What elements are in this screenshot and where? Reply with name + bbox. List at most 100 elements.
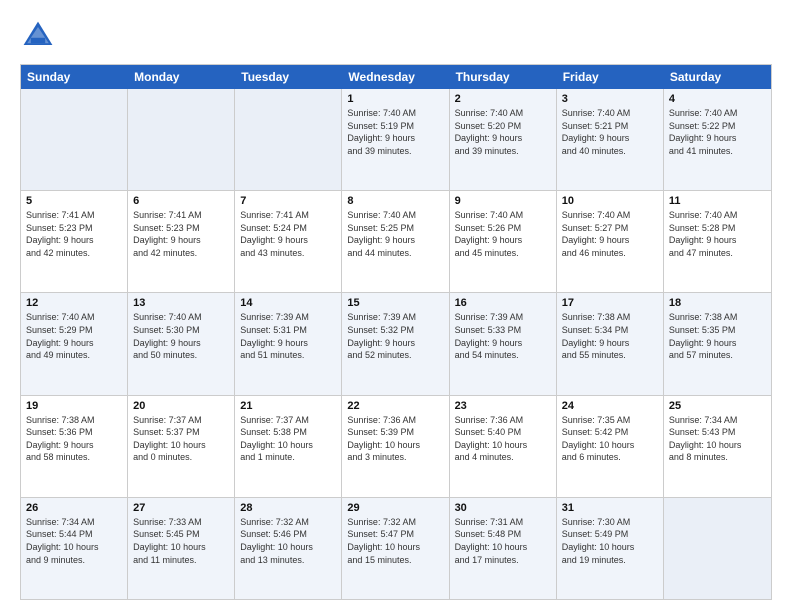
day-number: 31 (562, 502, 658, 514)
day-cell-21: 21 Sunrise: 7:37 AM Sunset: 5:38 PM Dayli… (235, 396, 342, 497)
header-day-sunday: Sunday (21, 65, 128, 89)
day-info: Sunrise: 7:39 AM Sunset: 5:33 PM Dayligh… (455, 311, 551, 361)
day-number: 25 (669, 400, 766, 412)
calendar-row-2: 12 Sunrise: 7:40 AM Sunset: 5:29 PM Dayli… (21, 292, 771, 394)
day-info: Sunrise: 7:40 AM Sunset: 5:21 PM Dayligh… (562, 107, 658, 157)
header-day-tuesday: Tuesday (235, 65, 342, 89)
day-info: Sunrise: 7:37 AM Sunset: 5:37 PM Dayligh… (133, 414, 229, 464)
day-number: 18 (669, 297, 766, 309)
page: SundayMondayTuesdayWednesdayThursdayFrid… (0, 0, 792, 612)
day-number: 19 (26, 400, 122, 412)
header-day-monday: Monday (128, 65, 235, 89)
day-cell-15: 15 Sunrise: 7:39 AM Sunset: 5:32 PM Dayli… (342, 293, 449, 394)
day-info: Sunrise: 7:35 AM Sunset: 5:42 PM Dayligh… (562, 414, 658, 464)
day-number: 7 (240, 195, 336, 207)
calendar-row-0: 1 Sunrise: 7:40 AM Sunset: 5:19 PM Daylig… (21, 89, 771, 190)
day-cell-17: 17Sunrise: 7:38 AM Sunset: 5:34 PM Dayli… (557, 293, 664, 394)
empty-cell (128, 89, 235, 190)
day-info: Sunrise: 7:40 AM Sunset: 5:26 PM Dayligh… (455, 209, 551, 259)
day-cell-8: 8Sunrise: 7:40 AM Sunset: 5:25 PM Daylig… (342, 191, 449, 292)
day-cell-3: 3 Sunrise: 7:40 AM Sunset: 5:21 PM Daylig… (557, 89, 664, 190)
day-number: 10 (562, 195, 658, 207)
header-day-saturday: Saturday (664, 65, 771, 89)
day-cell-19: 19 Sunrise: 7:38 AM Sunset: 5:36 PM Dayli… (21, 396, 128, 497)
day-cell-18: 18 Sunrise: 7:38 AM Sunset: 5:35 PM Dayli… (664, 293, 771, 394)
empty-cell (21, 89, 128, 190)
day-cell-22: 22 Sunrise: 7:36 AM Sunset: 5:39 PM Dayli… (342, 396, 449, 497)
day-info: Sunrise: 7:40 AM Sunset: 5:30 PM Dayligh… (133, 311, 229, 361)
day-number: 1 (347, 93, 443, 105)
day-cell-31: 31 Sunrise: 7:30 AM Sunset: 5:49 PM Dayli… (557, 498, 664, 599)
day-number: 15 (347, 297, 443, 309)
day-number: 6 (133, 195, 229, 207)
calendar-row-1: 5Sunrise: 7:41 AM Sunset: 5:23 PM Daylig… (21, 190, 771, 292)
logo-icon (20, 18, 56, 54)
day-cell-28: 28Sunrise: 7:32 AM Sunset: 5:46 PM Dayli… (235, 498, 342, 599)
day-cell-9: 9 Sunrise: 7:40 AM Sunset: 5:26 PM Daylig… (450, 191, 557, 292)
day-cell-2: 2 Sunrise: 7:40 AM Sunset: 5:20 PM Daylig… (450, 89, 557, 190)
day-number: 4 (669, 93, 766, 105)
day-number: 22 (347, 400, 443, 412)
calendar-header: SundayMondayTuesdayWednesdayThursdayFrid… (21, 65, 771, 89)
day-cell-5: 5Sunrise: 7:41 AM Sunset: 5:23 PM Daylig… (21, 191, 128, 292)
header (20, 18, 772, 54)
day-number: 17 (562, 297, 658, 309)
day-cell-1: 1 Sunrise: 7:40 AM Sunset: 5:19 PM Daylig… (342, 89, 449, 190)
day-cell-23: 23Sunrise: 7:36 AM Sunset: 5:40 PM Dayli… (450, 396, 557, 497)
day-number: 20 (133, 400, 229, 412)
day-info: Sunrise: 7:34 AM Sunset: 5:44 PM Dayligh… (26, 516, 122, 566)
day-cell-30: 30 Sunrise: 7:31 AM Sunset: 5:48 PM Dayli… (450, 498, 557, 599)
day-number: 24 (562, 400, 658, 412)
day-number: 12 (26, 297, 122, 309)
day-info: Sunrise: 7:40 AM Sunset: 5:29 PM Dayligh… (26, 311, 122, 361)
header-day-thursday: Thursday (450, 65, 557, 89)
day-info: Sunrise: 7:36 AM Sunset: 5:39 PM Dayligh… (347, 414, 443, 464)
day-number: 9 (455, 195, 551, 207)
day-cell-16: 16 Sunrise: 7:39 AM Sunset: 5:33 PM Dayli… (450, 293, 557, 394)
day-info: Sunrise: 7:38 AM Sunset: 5:35 PM Dayligh… (669, 311, 766, 361)
day-info: Sunrise: 7:32 AM Sunset: 5:46 PM Dayligh… (240, 516, 336, 566)
day-cell-6: 6Sunrise: 7:41 AM Sunset: 5:23 PM Daylig… (128, 191, 235, 292)
day-cell-29: 29 Sunrise: 7:32 AM Sunset: 5:47 PM Dayli… (342, 498, 449, 599)
day-cell-13: 13Sunrise: 7:40 AM Sunset: 5:30 PM Dayli… (128, 293, 235, 394)
day-cell-24: 24 Sunrise: 7:35 AM Sunset: 5:42 PM Dayli… (557, 396, 664, 497)
day-info: Sunrise: 7:38 AM Sunset: 5:36 PM Dayligh… (26, 414, 122, 464)
day-info: Sunrise: 7:31 AM Sunset: 5:48 PM Dayligh… (455, 516, 551, 566)
header-day-wednesday: Wednesday (342, 65, 449, 89)
day-info: Sunrise: 7:30 AM Sunset: 5:49 PM Dayligh… (562, 516, 658, 566)
day-info: Sunrise: 7:33 AM Sunset: 5:45 PM Dayligh… (133, 516, 229, 566)
day-number: 21 (240, 400, 336, 412)
day-cell-11: 11Sunrise: 7:40 AM Sunset: 5:28 PM Dayli… (664, 191, 771, 292)
calendar: SundayMondayTuesdayWednesdayThursdayFrid… (20, 64, 772, 600)
day-info: Sunrise: 7:39 AM Sunset: 5:32 PM Dayligh… (347, 311, 443, 361)
day-info: Sunrise: 7:40 AM Sunset: 5:25 PM Dayligh… (347, 209, 443, 259)
day-info: Sunrise: 7:41 AM Sunset: 5:24 PM Dayligh… (240, 209, 336, 259)
day-info: Sunrise: 7:32 AM Sunset: 5:47 PM Dayligh… (347, 516, 443, 566)
calendar-body: 1 Sunrise: 7:40 AM Sunset: 5:19 PM Daylig… (21, 89, 771, 599)
day-info: Sunrise: 7:40 AM Sunset: 5:20 PM Dayligh… (455, 107, 551, 157)
day-cell-25: 25Sunrise: 7:34 AM Sunset: 5:43 PM Dayli… (664, 396, 771, 497)
day-cell-27: 27 Sunrise: 7:33 AM Sunset: 5:45 PM Dayli… (128, 498, 235, 599)
day-number: 29 (347, 502, 443, 514)
day-info: Sunrise: 7:39 AM Sunset: 5:31 PM Dayligh… (240, 311, 336, 361)
day-info: Sunrise: 7:37 AM Sunset: 5:38 PM Dayligh… (240, 414, 336, 464)
empty-cell (235, 89, 342, 190)
day-number: 2 (455, 93, 551, 105)
day-cell-20: 20 Sunrise: 7:37 AM Sunset: 5:37 PM Dayli… (128, 396, 235, 497)
day-cell-10: 10 Sunrise: 7:40 AM Sunset: 5:27 PM Dayli… (557, 191, 664, 292)
calendar-row-4: 26Sunrise: 7:34 AM Sunset: 5:44 PM Dayli… (21, 497, 771, 599)
day-info: Sunrise: 7:40 AM Sunset: 5:27 PM Dayligh… (562, 209, 658, 259)
day-cell-26: 26Sunrise: 7:34 AM Sunset: 5:44 PM Dayli… (21, 498, 128, 599)
day-cell-12: 12 Sunrise: 7:40 AM Sunset: 5:29 PM Dayli… (21, 293, 128, 394)
day-number: 27 (133, 502, 229, 514)
day-info: Sunrise: 7:40 AM Sunset: 5:19 PM Dayligh… (347, 107, 443, 157)
header-day-friday: Friday (557, 65, 664, 89)
day-number: 5 (26, 195, 122, 207)
logo (20, 18, 60, 54)
day-number: 16 (455, 297, 551, 309)
day-number: 3 (562, 93, 658, 105)
calendar-row-3: 19 Sunrise: 7:38 AM Sunset: 5:36 PM Dayli… (21, 395, 771, 497)
day-cell-7: 7 Sunrise: 7:41 AM Sunset: 5:24 PM Daylig… (235, 191, 342, 292)
day-number: 30 (455, 502, 551, 514)
day-info: Sunrise: 7:36 AM Sunset: 5:40 PM Dayligh… (455, 414, 551, 464)
